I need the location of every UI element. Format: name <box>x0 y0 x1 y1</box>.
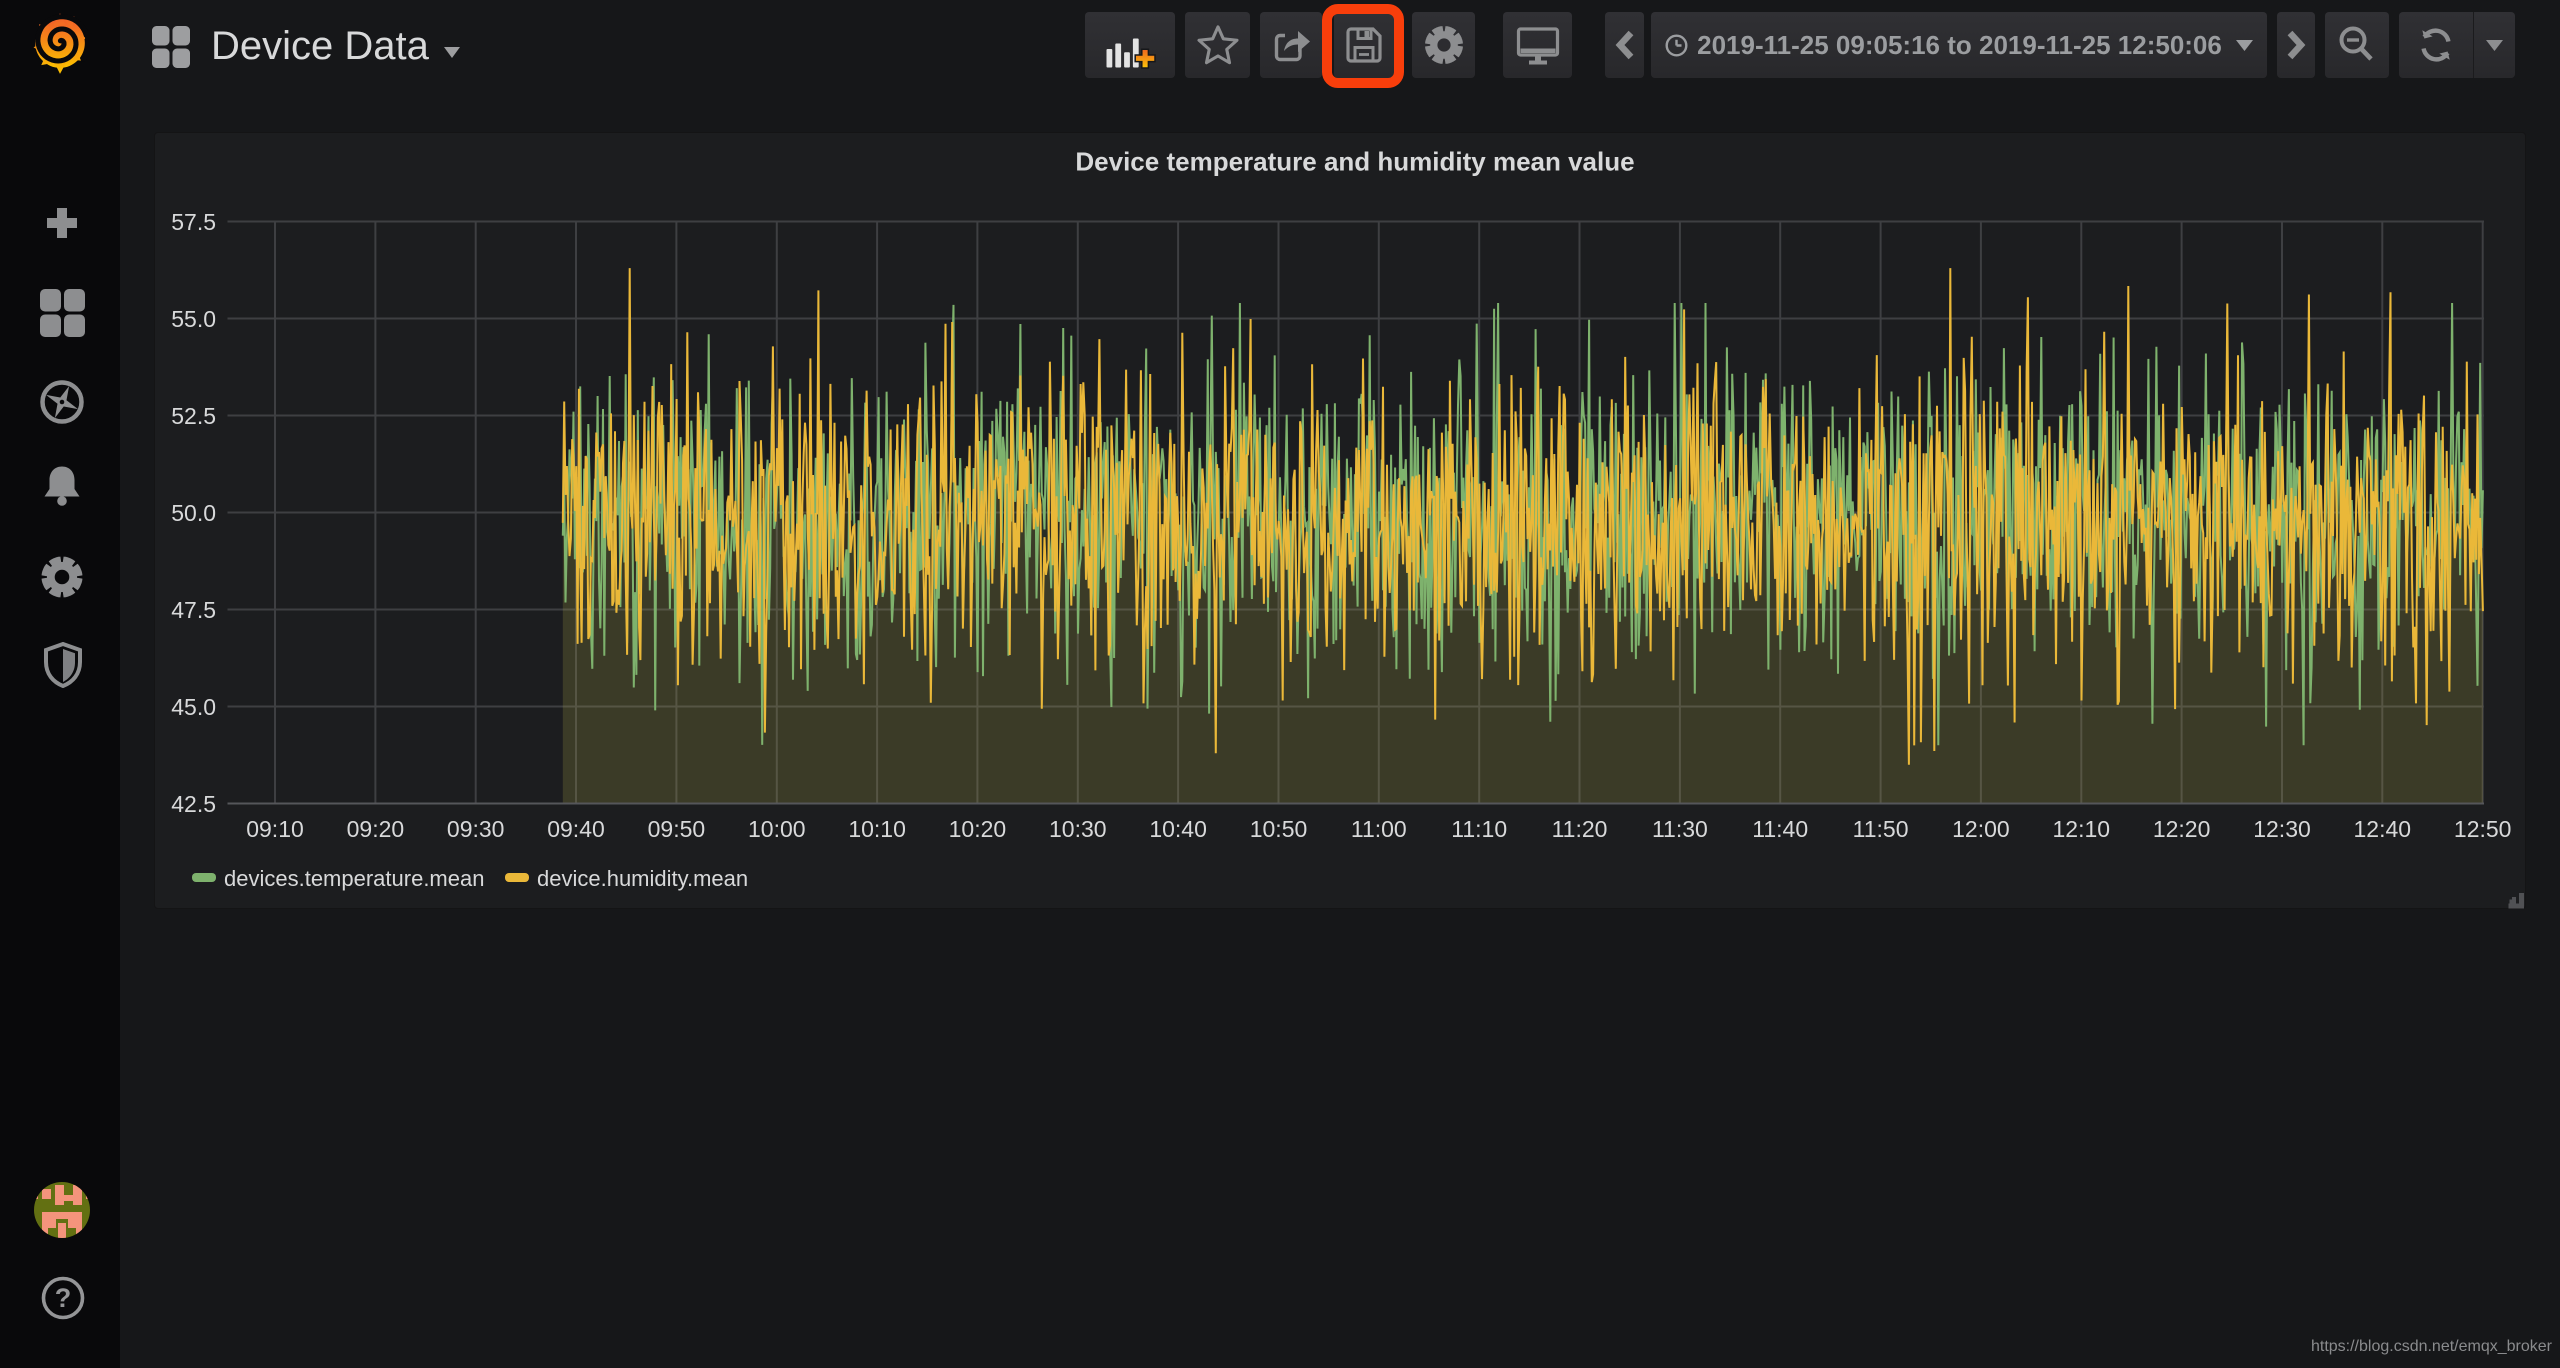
svg-text:09:30: 09:30 <box>447 816 505 842</box>
svg-text:Device temperature and humidit: Device temperature and humidity mean val… <box>1075 147 1634 177</box>
svg-text:12:10: 12:10 <box>2053 816 2111 842</box>
svg-text:45.0: 45.0 <box>171 694 216 720</box>
svg-text:10:50: 10:50 <box>1250 816 1308 842</box>
svg-text:11:10: 11:10 <box>1451 816 1507 842</box>
svg-text:11:20: 11:20 <box>1552 816 1608 842</box>
svg-text:devices.temperature.mean: devices.temperature.mean <box>224 866 484 891</box>
svg-text:57.5: 57.5 <box>171 209 216 235</box>
svg-text:10:20: 10:20 <box>949 816 1007 842</box>
svg-text:09:40: 09:40 <box>547 816 605 842</box>
svg-text:10:40: 10:40 <box>1149 816 1207 842</box>
svg-text:12:50: 12:50 <box>2454 816 2512 842</box>
svg-text:device.humidity.mean: device.humidity.mean <box>537 866 748 891</box>
svg-text:12:00: 12:00 <box>1952 816 2010 842</box>
svg-text:50.0: 50.0 <box>171 500 216 526</box>
svg-text:12:40: 12:40 <box>2354 816 2412 842</box>
svg-text:09:50: 09:50 <box>648 816 706 842</box>
svg-text:09:20: 09:20 <box>347 816 405 842</box>
svg-text:11:30: 11:30 <box>1652 816 1708 842</box>
svg-text:?: ? <box>55 1283 72 1313</box>
svg-text:10:30: 10:30 <box>1049 816 1107 842</box>
svg-text:11:40: 11:40 <box>1752 816 1808 842</box>
svg-text:12:20: 12:20 <box>2153 816 2211 842</box>
svg-text:47.5: 47.5 <box>171 597 216 623</box>
svg-text:52.5: 52.5 <box>171 403 216 429</box>
svg-text:12:30: 12:30 <box>2253 816 2311 842</box>
svg-text:11:50: 11:50 <box>1853 816 1909 842</box>
svg-text:42.5: 42.5 <box>171 791 216 817</box>
svg-text:55.0: 55.0 <box>171 306 216 332</box>
svg-text:09:10: 09:10 <box>246 816 304 842</box>
svg-text:11:00: 11:00 <box>1351 816 1407 842</box>
svg-text:10:10: 10:10 <box>848 816 906 842</box>
svg-text:10:00: 10:00 <box>748 816 806 842</box>
